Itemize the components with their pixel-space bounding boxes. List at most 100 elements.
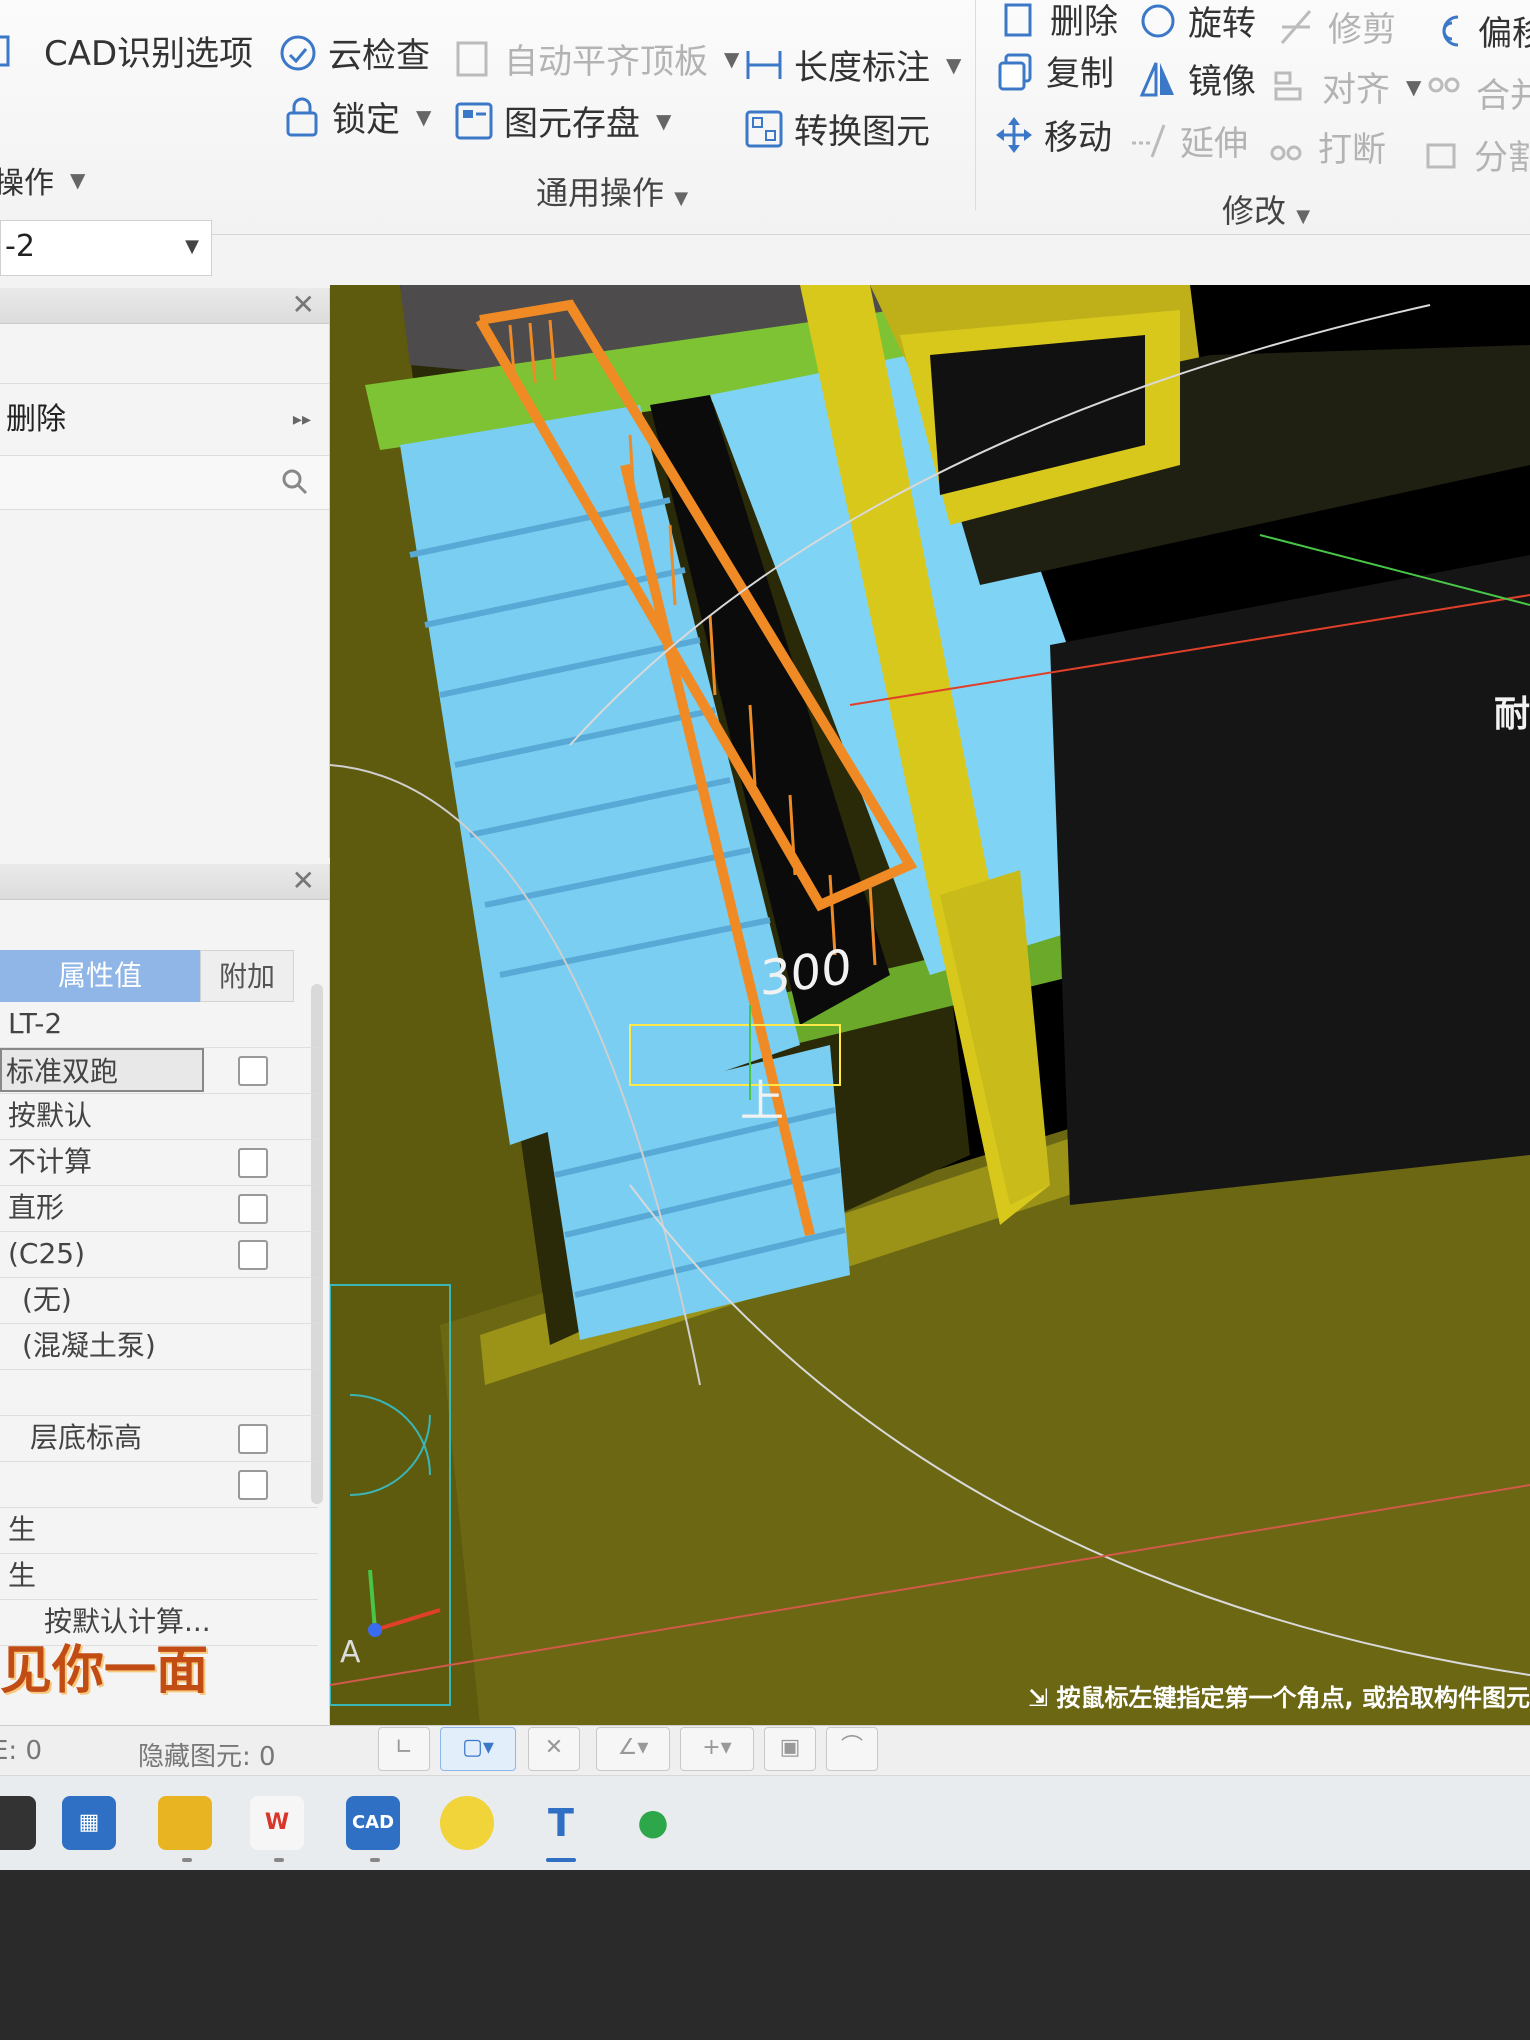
cross-select-button[interactable]: ✕: [528, 1727, 580, 1771]
move-button[interactable]: 移动: [994, 110, 1112, 159]
3d-viewport[interactable]: 300 上 A 耐 ⇲ 按鼠标左键指定第一个角点, 或拾取构件图元: [330, 285, 1530, 1725]
snap-offset-button[interactable]: +▾: [680, 1727, 754, 1771]
cursor-icon: ⇲: [1028, 1684, 1057, 1712]
more-icon[interactable]: ▸▸: [293, 384, 311, 456]
search-icon[interactable]: [281, 468, 309, 500]
trim-button[interactable]: 修剪: [1278, 2, 1396, 51]
tab-property-value-label: 属性值: [57, 959, 142, 992]
delete-row[interactable]: 删除 ▸▸: [0, 384, 329, 456]
app-window: CAD识别选项 操作 ▼ 云检查 锁定 ▼ 自动平齐顶板 ▼ 图元存盘 ▼ 长度标注 ▼ …: [0, 0, 1530, 1870]
mirror-button[interactable]: 镜像: [1138, 54, 1256, 103]
property-value: (混凝土泵): [22, 1329, 156, 1362]
property-row[interactable]: 生: [0, 1508, 318, 1554]
cad-options-button[interactable]: CAD识别选项: [0, 26, 253, 75]
axis-a-label: A: [340, 1635, 361, 1670]
property-row[interactable]: [0, 1462, 318, 1508]
property-value: 标准双跑: [0, 1048, 204, 1092]
property-row[interactable]: (混凝土泵): [0, 1324, 318, 1370]
room-label: 耐: [1493, 694, 1530, 735]
close-icon[interactable]: ✕: [292, 864, 315, 898]
align-button[interactable]: 对齐 ▼: [1272, 62, 1421, 111]
wechat-icon[interactable]: ●: [626, 1796, 680, 1850]
copy-button[interactable]: 复制: [996, 46, 1114, 95]
offset-button[interactable]: 偏移: [1428, 6, 1530, 55]
property-checkbox[interactable]: [238, 1194, 268, 1224]
general-ops-label: 通用操作: [536, 174, 665, 212]
property-row[interactable]: (无): [0, 1278, 318, 1324]
property-row[interactable]: 按默认: [0, 1094, 318, 1140]
property-checkbox[interactable]: [238, 1240, 268, 1270]
chevron-down-icon: ▼: [416, 104, 432, 129]
ribbon-toolbar: CAD识别选项 操作 ▼ 云检查 锁定 ▼ 自动平齐顶板 ▼ 图元存盘 ▼ 长度标注 ▼ …: [0, 0, 1530, 235]
display-button[interactable]: ▣: [764, 1727, 816, 1771]
convert-element-button[interactable]: 转换图元: [744, 104, 930, 153]
property-checkbox[interactable]: [238, 1056, 268, 1086]
arc-button[interactable]: ⌒: [826, 1727, 878, 1771]
start-icon[interactable]: [0, 1796, 36, 1850]
property-row[interactable]: LT-2: [0, 1002, 318, 1048]
property-row[interactable]: 层底标高: [0, 1416, 318, 1462]
break-label: 打断: [1318, 130, 1386, 170]
delete-label: 删除: [1050, 2, 1118, 42]
property-row[interactable]: 直形: [0, 1186, 318, 1232]
auto-align-top-label: 自动平齐顶板: [504, 42, 708, 82]
operations-menu[interactable]: 操作 ▼: [0, 158, 85, 202]
lock-icon: [282, 97, 322, 137]
length-dimension-label: 长度标注: [794, 48, 930, 88]
running-indicator: [274, 1858, 284, 1862]
hidden-count: 隐藏图元: 0: [138, 1742, 276, 1772]
ortho-button[interactable]: ∟: [378, 1727, 430, 1771]
lock-label: 锁定: [332, 100, 400, 140]
tab-extra-label: 附加: [219, 960, 276, 993]
text-tool-icon[interactable]: T: [534, 1796, 588, 1850]
split-button[interactable]: 分割: [1424, 130, 1530, 179]
rect-select-icon: ▢▾: [462, 1735, 494, 1760]
property-value: 直形: [8, 1191, 65, 1224]
search-input[interactable]: [0, 456, 329, 510]
property-checkbox[interactable]: [238, 1470, 268, 1500]
auto-align-top-button[interactable]: 自动平齐顶板 ▼: [454, 34, 739, 83]
close-icon[interactable]: ✕: [292, 288, 315, 322]
rect-select-button[interactable]: ▢▾: [440, 1727, 516, 1771]
property-checkbox[interactable]: [238, 1424, 268, 1454]
rotate-button[interactable]: 旋转: [1138, 0, 1256, 45]
property-row[interactable]: 生: [0, 1554, 318, 1600]
copy-icon: [996, 51, 1036, 91]
browser-icon[interactable]: [440, 1796, 494, 1850]
trash-icon: [1000, 0, 1040, 39]
cad-app-icon[interactable]: CAD: [346, 1796, 400, 1850]
ribbon-separator: [975, 0, 976, 210]
modify-label: 修改: [1222, 192, 1287, 230]
property-row[interactable]: 标准双跑: [0, 1048, 318, 1094]
command-prompt: ⇲ 按鼠标左键指定第一个角点, 或拾取构件图元: [1028, 1678, 1530, 1713]
chevron-down-icon: ▼: [656, 108, 672, 133]
delete-button[interactable]: 删除: [1000, 0, 1118, 43]
property-row[interactable]: (C25): [0, 1232, 318, 1278]
command-prompt-text: 按鼠标左键指定第一个角点, 或拾取构件图元: [1056, 1684, 1530, 1712]
angle-button[interactable]: ∠▾: [596, 1727, 670, 1771]
folder-icon[interactable]: [158, 1796, 212, 1850]
property-value: (无): [22, 1283, 72, 1316]
lock-button[interactable]: 锁定 ▼: [282, 92, 431, 141]
save-element-button[interactable]: 图元存盘 ▼: [454, 96, 671, 145]
tab-property-value[interactable]: 属性值: [0, 950, 200, 1002]
wps-icon[interactable]: W: [250, 1796, 304, 1850]
modify-group-label[interactable]: 修改 ▼: [1222, 186, 1310, 232]
property-row[interactable]: 不计算: [0, 1140, 318, 1186]
break-button[interactable]: 打断: [1268, 122, 1386, 171]
store-icon[interactable]: ▦: [62, 1796, 116, 1850]
move-icon: [994, 115, 1034, 155]
convert-element-label: 转换图元: [794, 112, 930, 152]
floor-selector[interactable]: -2 ▼: [0, 220, 212, 276]
general-ops-group-label[interactable]: 通用操作 ▼: [536, 168, 688, 214]
cloud-check-button[interactable]: 云检查: [278, 28, 430, 77]
property-row[interactable]: [0, 1370, 318, 1416]
snap-offset-icon: +▾: [702, 1735, 732, 1760]
length-dimension-button[interactable]: 长度标注 ▼: [744, 40, 961, 89]
chevron-down-icon: ▼: [185, 236, 199, 257]
property-checkbox[interactable]: [238, 1148, 268, 1178]
merge-button[interactable]: 合并: [1426, 68, 1530, 117]
panel-toolbar-row: [0, 324, 329, 384]
tab-extra[interactable]: 附加: [200, 950, 295, 1002]
extend-button[interactable]: 延伸: [1130, 116, 1248, 165]
